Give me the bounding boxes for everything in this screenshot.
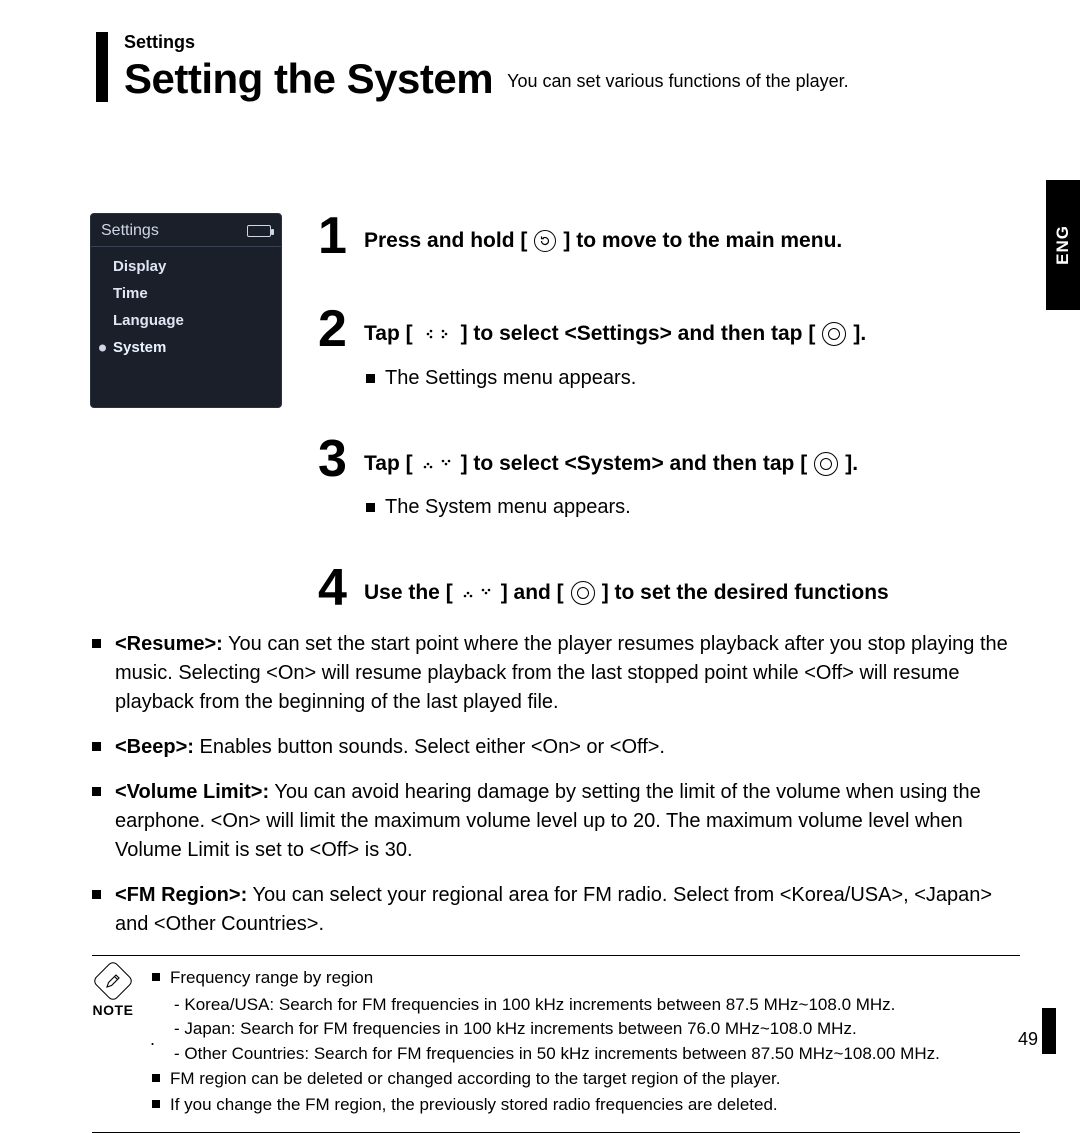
- step-subtext: The Settings menu appears.: [385, 367, 636, 390]
- bullet-icon: [92, 890, 101, 899]
- step-text: ].: [845, 452, 858, 476]
- note-label: NOTE: [93, 1002, 134, 1018]
- select-icon: [571, 581, 595, 605]
- footer-dot: .: [150, 1029, 155, 1050]
- option-beep: <Beep>: Enables button sounds. Select ei…: [92, 733, 1020, 762]
- step-3: 3 Tap [ ] to select <System> and then ta…: [318, 436, 1030, 520]
- device-screen-title: Settings: [101, 222, 159, 240]
- select-icon: [814, 452, 838, 476]
- bullet-icon: [92, 787, 101, 796]
- device-screenshot: Settings Display Time Language System: [90, 213, 282, 622]
- note-icon: [92, 960, 134, 1002]
- breadcrumb: Settings: [124, 32, 1030, 53]
- note-block: NOTE Frequency range by region - Korea/U…: [92, 966, 1020, 1120]
- step-text: Tap [: [364, 322, 413, 346]
- bullet-icon: [366, 374, 375, 383]
- options-list: <Resume>: You can set the start point wh…: [92, 630, 1020, 939]
- bullet-icon: [152, 1074, 160, 1082]
- bullet-icon: [366, 503, 375, 512]
- step-number: 3: [318, 436, 354, 483]
- option-key: <Resume>:: [115, 633, 223, 655]
- step-4: 4 Use the [ ] and [ ] to set the desired…: [318, 565, 1030, 612]
- page-number: 49: [1018, 1029, 1038, 1050]
- section-bar: [96, 32, 108, 102]
- bullet-icon: [152, 1100, 160, 1108]
- page-header: Settings Setting the System You can set …: [124, 32, 1030, 103]
- page-title: Setting the System: [124, 55, 493, 103]
- device-menu-item: Time: [91, 280, 281, 307]
- bullet-icon: [92, 742, 101, 751]
- device-menu-item-active: System: [91, 334, 281, 361]
- up-down-icon: [460, 585, 494, 601]
- step-text: ] to select <System> and then tap [: [461, 452, 808, 476]
- step-number: 1: [318, 213, 354, 260]
- note-text: If you change the FM region, the previou…: [170, 1093, 778, 1118]
- option-fm-region: <FM Region>: You can select your regiona…: [92, 881, 1020, 939]
- left-right-icon: [420, 326, 454, 342]
- up-down-icon: [420, 456, 454, 472]
- language-tab: ENG: [1046, 180, 1080, 310]
- note-text: - Korea/USA: Search for FM frequencies i…: [174, 993, 940, 1018]
- battery-icon: [247, 225, 271, 237]
- step-text: ].: [853, 322, 866, 346]
- divider: [92, 955, 1020, 956]
- note-text: - Other Countries: Search for FM frequen…: [174, 1042, 940, 1067]
- step-text: Tap [: [364, 452, 413, 476]
- step-number: 4: [318, 565, 354, 612]
- step-number: 2: [318, 306, 354, 353]
- corner-mark: [1042, 1008, 1056, 1054]
- select-icon: [822, 322, 846, 346]
- option-text: You can set the start point where the pl…: [115, 633, 1008, 713]
- note-text: - Japan: Search for FM frequencies in 10…: [174, 1017, 940, 1042]
- step-text: Use the [: [364, 581, 453, 605]
- option-key: <FM Region>:: [115, 884, 247, 906]
- bullet-icon: [152, 973, 160, 981]
- step-text: ] to move to the main menu.: [563, 229, 842, 253]
- step-text: ] to set the desired functions: [602, 581, 889, 605]
- back-hold-icon: [534, 230, 556, 252]
- option-text: Enables button sounds. Select either <On…: [200, 736, 666, 758]
- step-2: 2 Tap [ ] to select <Settings> and then …: [318, 306, 1030, 390]
- option-key: <Beep>:: [115, 736, 194, 758]
- language-tab-label: ENG: [1053, 225, 1073, 265]
- note-text: Frequency range by region: [170, 966, 373, 991]
- bullet-icon: [92, 639, 101, 648]
- step-1: 1 Press and hold [ ] to move to the main…: [318, 213, 1030, 260]
- step-text: ] and [: [501, 581, 564, 605]
- option-volume-limit: <Volume Limit>: You can avoid hearing da…: [92, 778, 1020, 865]
- note-text: FM region can be deleted or changed acco…: [170, 1067, 781, 1092]
- step-text: Press and hold [: [364, 229, 527, 253]
- steps-list: 1 Press and hold [ ] to move to the main…: [318, 213, 1030, 622]
- option-key: <Volume Limit>:: [115, 781, 269, 803]
- option-text: You can select your regional area for FM…: [115, 884, 992, 935]
- page-subtitle: You can set various functions of the pla…: [507, 71, 849, 92]
- device-menu-item: Language: [91, 307, 281, 334]
- step-subtext: The System menu appears.: [385, 496, 631, 519]
- device-menu-item: Display: [91, 253, 281, 280]
- step-text: ] to select <Settings> and then tap [: [461, 322, 816, 346]
- option-resume: <Resume>: You can set the start point wh…: [92, 630, 1020, 717]
